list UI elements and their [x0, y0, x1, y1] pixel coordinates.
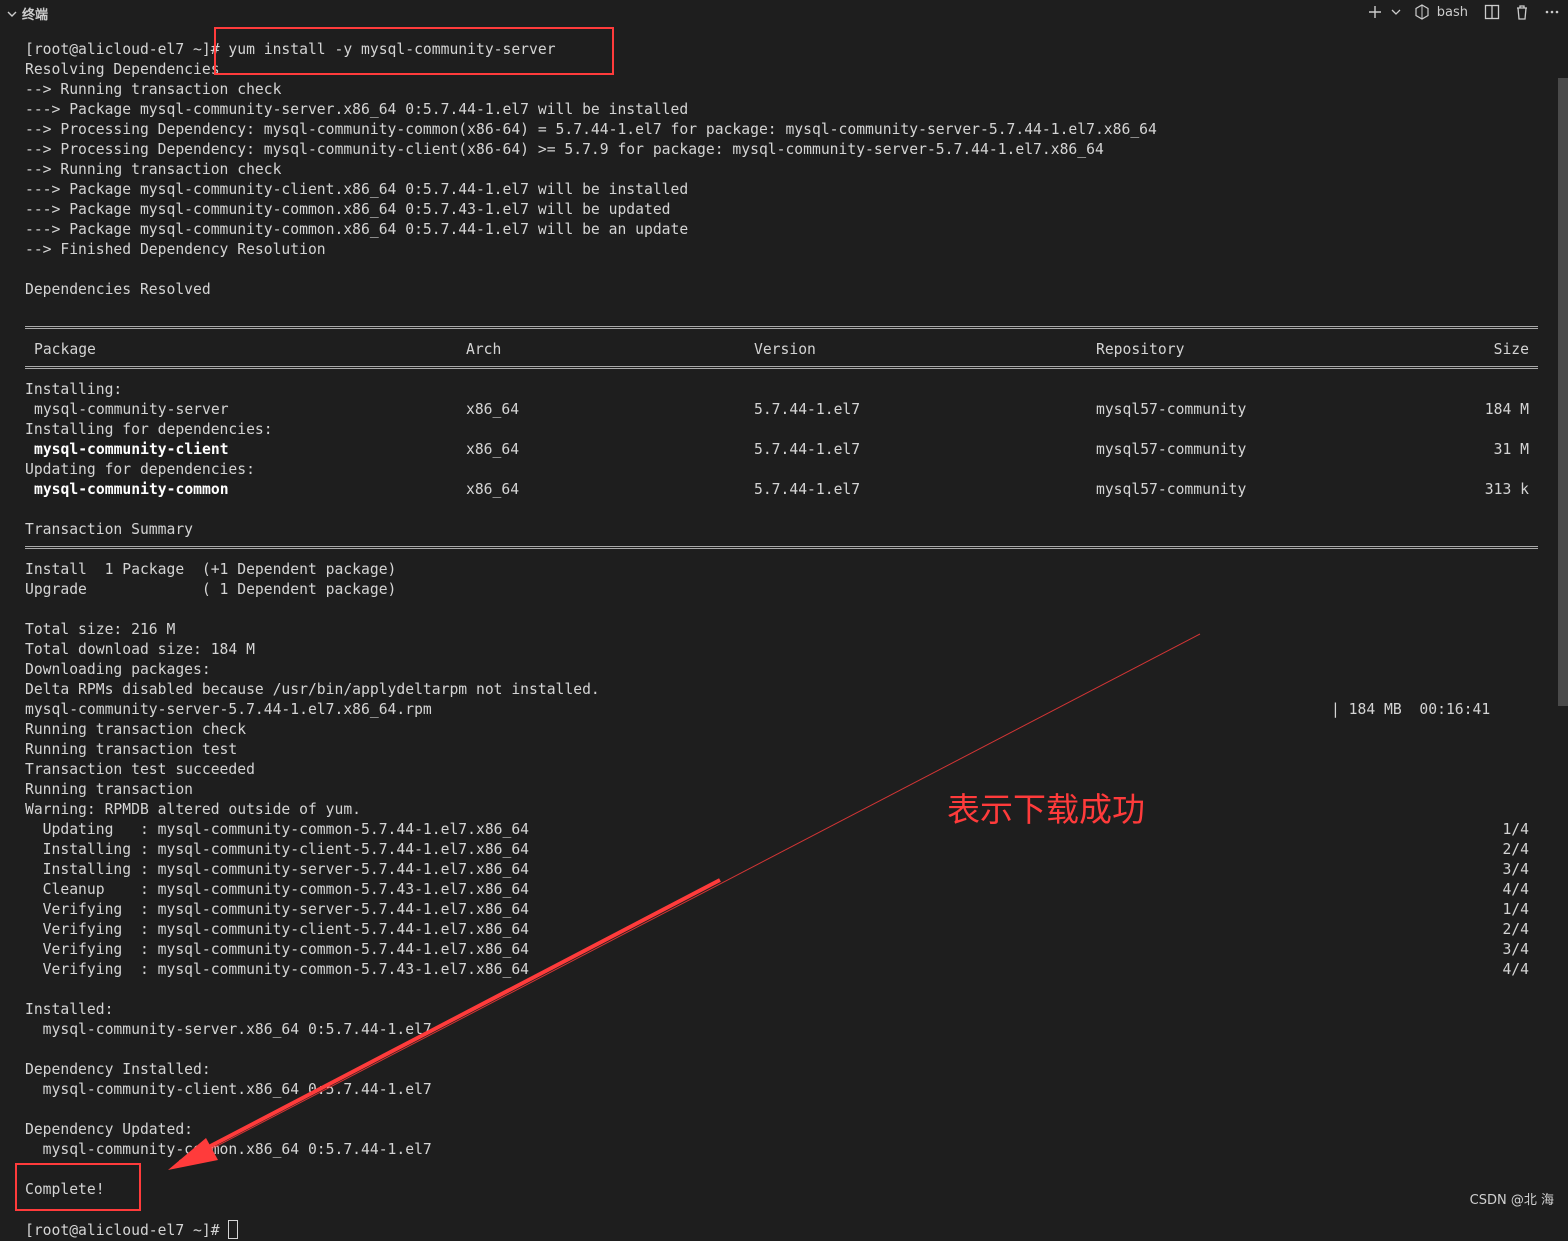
- annotation-arrow: [168, 633, 1201, 1170]
- terminal-cursor[interactable]: [228, 1220, 239, 1239]
- shell-prompt: [root@alicloud-el7 ~]#: [25, 1220, 239, 1241]
- watermark: CSDN @北 海: [1469, 1193, 1554, 1208]
- annotation-text: 表示下载成功: [947, 790, 1145, 829]
